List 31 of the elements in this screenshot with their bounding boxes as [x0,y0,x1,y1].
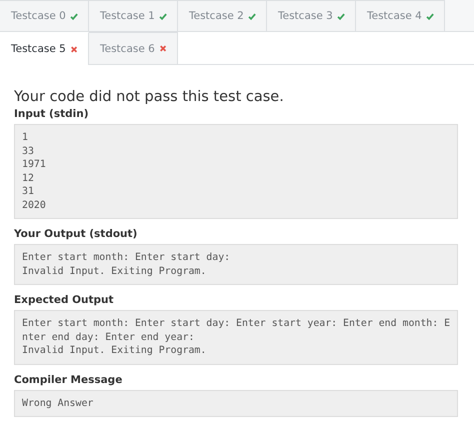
output-line: 12 [22,172,35,185]
tab-label: Testcase 6 [100,42,155,54]
output-line: 1971 [22,158,47,172]
output-line: 1 [22,131,29,144]
output-line: Wrong Answer [22,396,94,410]
output-line: Enter start month: Enter start day: Enter start year: Enter end month: E [22,317,450,330]
testcase-tab[interactable]: Testcase 3 [267,0,356,31]
output-line: Invalid Input. Exiting Program. [22,264,208,278]
testcase-tab[interactable]: Testcase 5 [0,32,89,65]
section-title: Compiler Message [14,374,124,386]
testcase-tab[interactable]: Testcase 4 [356,0,445,31]
output-line: nter end day: Enter end year: [22,330,196,344]
output-line: Invalid Input. Exiting Program. [22,344,208,358]
output-line: 33 [22,144,35,158]
result-message: Your code did not pass this test case. [14,89,285,105]
section-title: Input (stdin) [14,108,90,120]
testcase-tab[interactable]: Testcase 2 [178,0,267,31]
section-title: Expected Output [14,294,115,306]
testcase-tab[interactable]: Testcase 0 [0,0,89,31]
tab-label: Testcase 3 [278,10,333,22]
tab-label: Testcase 4 [367,10,422,22]
testcase-tab[interactable]: Testcase 1 [89,0,178,31]
tab-label: Testcase 2 [189,10,244,22]
tab-label: Testcase 0 [11,10,66,22]
testcase-tab[interactable]: Testcase 6 [89,32,178,65]
output-line: Enter start month: Enter start day: [22,251,232,264]
section-title: Your Output (stdout) [14,228,138,240]
output-line: 2020 [22,198,47,212]
output-line: 31 [22,185,35,198]
tab-label: Testcase 5 [11,43,66,55]
tab-label: Testcase 1 [100,10,155,22]
